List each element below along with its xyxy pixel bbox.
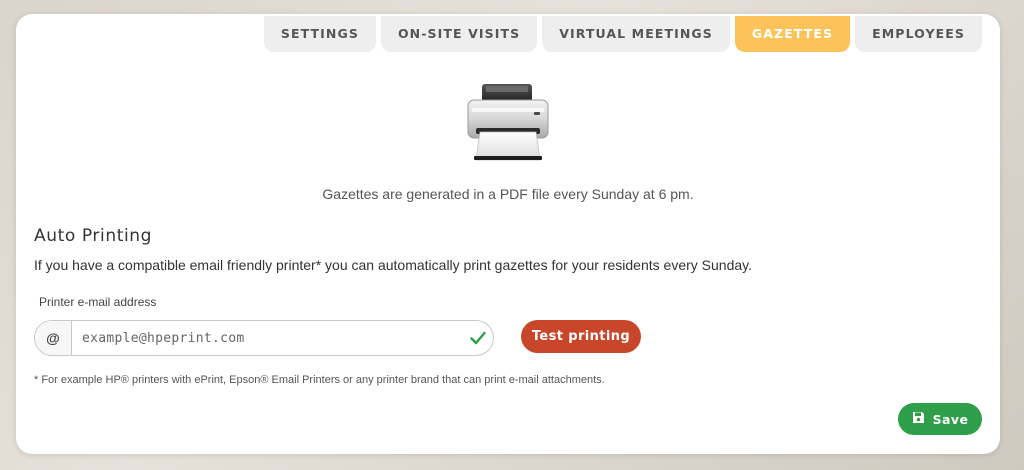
save-button[interactable]: Save bbox=[898, 403, 982, 435]
tab-gazettes[interactable]: GAZETTES bbox=[734, 16, 851, 52]
at-sign-icon: @ bbox=[35, 321, 72, 355]
floppy-disk-icon bbox=[912, 411, 925, 427]
tab-employees[interactable]: EMPLOYEES bbox=[855, 16, 982, 52]
section-title: Auto Printing bbox=[34, 226, 153, 246]
tab-settings[interactable]: SETTINGS bbox=[263, 16, 376, 52]
printer-footnote: * For example HP® printers with ePrint, … bbox=[34, 374, 605, 386]
printer-icon bbox=[466, 82, 550, 162]
printer-email-label: Printer e-mail address bbox=[39, 295, 157, 309]
gazettes-panel: SETTINGS ON-SITE VISITS VIRTUAL MEETINGS… bbox=[16, 14, 1000, 454]
test-printing-button[interactable]: Test printing bbox=[521, 320, 641, 353]
check-icon bbox=[463, 331, 493, 345]
tab-on-site-visits[interactable]: ON-SITE VISITS bbox=[380, 16, 538, 52]
section-description: If you have a compatible email friendly … bbox=[34, 257, 752, 273]
tab-virtual-meetings[interactable]: VIRTUAL MEETINGS bbox=[542, 16, 730, 52]
tab-bar: SETTINGS ON-SITE VISITS VIRTUAL MEETINGS… bbox=[263, 16, 982, 52]
printer-email-input[interactable] bbox=[72, 321, 463, 355]
printer-email-group: @ bbox=[34, 320, 494, 356]
gazette-schedule-note: Gazettes are generated in a PDF file eve… bbox=[322, 186, 694, 202]
save-button-label: Save bbox=[932, 411, 969, 427]
